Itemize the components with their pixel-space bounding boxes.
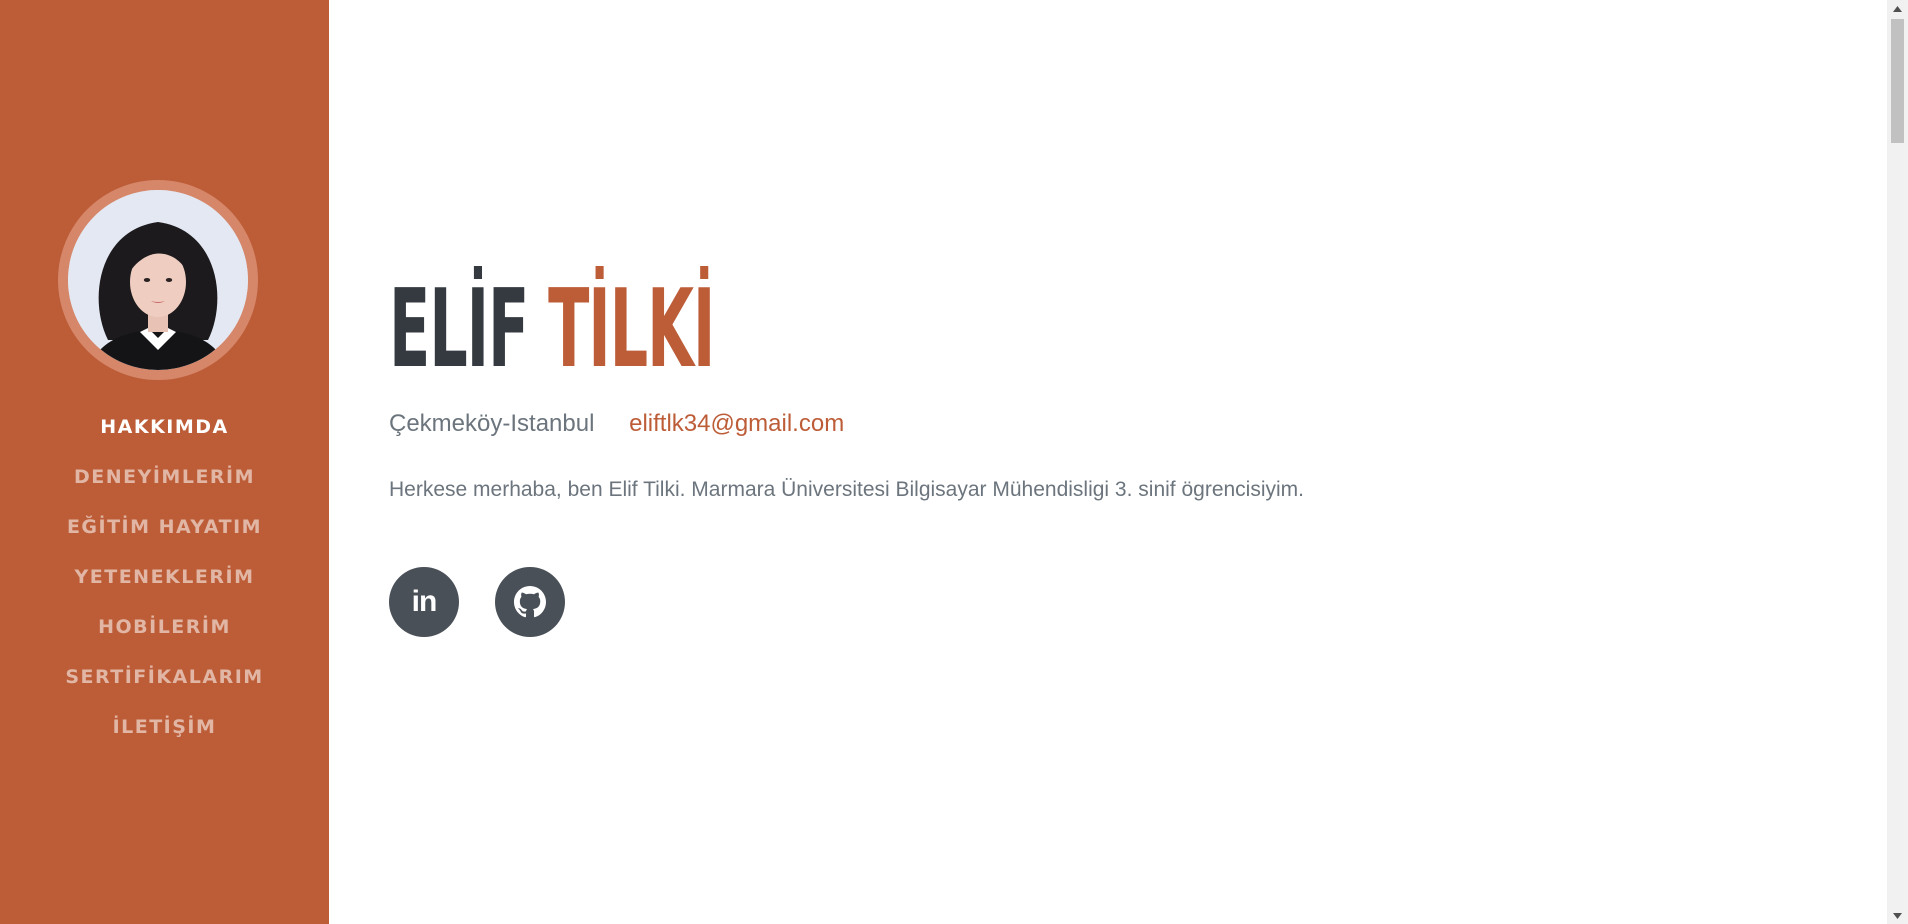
about-section: ELİF TİLKİ Çekmeköy-Istanbul eliftlk34@g… [389,0,1839,924]
contact-subheading: Çekmeköy-Istanbul eliftlk34@gmail.com [389,409,844,439]
scroll-down-arrow-icon[interactable] [1887,907,1908,924]
last-name: TİLKİ [548,267,715,392]
vertical-scrollbar[interactable] [1887,0,1908,924]
sidebar-item-iletisim: İLETİŞİM [0,702,329,752]
sidebar-item-sertifikalarim: SERTİFİKALARIM [0,652,329,702]
nav-link-hakkimda[interactable]: HAKKIMDA [100,416,229,438]
nav-link-yeteneklerim[interactable]: YETENEKLERİM [75,566,255,588]
github-icon [514,586,546,618]
linkedin-button[interactable]: in [389,567,459,637]
sidebar-item-hakkimda: HAKKIMDA [0,402,329,452]
sidebar-nav: HAKKIMDA DENEYİMLERİM EĞİTİM HAYATIM YET… [0,402,329,752]
github-button[interactable] [495,567,565,637]
sidebar-item-egitim-hayatim: EĞİTİM HAYATIM [0,502,329,552]
sidebar-item-deneyimlerim: DENEYİMLERİM [0,452,329,502]
profile-photo-frame [58,180,258,380]
nav-link-hobilerim[interactable]: HOBİLERİM [98,616,231,638]
sidebar: HAKKIMDA DENEYİMLERİM EĞİTİM HAYATIM YET… [0,0,329,924]
nav-link-sertifikalarim[interactable]: SERTİFİKALARIM [65,666,263,688]
page: HAKKIMDA DENEYİMLERİM EĞİTİM HAYATIM YET… [0,0,1908,924]
nav-link-deneyimlerim[interactable]: DENEYİMLERİM [74,466,255,488]
intro-text: Herkese merhaba, ben Elif Tilki. Marmara… [389,478,1304,501]
sidebar-item-hobilerim: HOBİLERİM [0,602,329,652]
sidebar-item-yeteneklerim: YETENEKLERİM [0,552,329,602]
social-links: in [389,567,565,637]
nav-link-egitim-hayatim[interactable]: EĞİTİM HAYATIM [67,516,262,538]
scroll-up-arrow-icon[interactable] [1887,0,1908,17]
avatar [68,190,248,370]
nav-link-iletisim[interactable]: İLETİŞİM [113,716,217,738]
linkedin-icon: in [411,585,438,618]
scrollbar-thumb[interactable] [1891,19,1904,143]
page-title: ELİF TİLKİ [389,267,715,392]
first-name: ELİF [389,267,529,392]
profile-photo [68,190,248,370]
email-link[interactable]: eliftlk34@gmail.com [629,410,844,437]
location-text: Çekmeköy-Istanbul [389,410,595,437]
